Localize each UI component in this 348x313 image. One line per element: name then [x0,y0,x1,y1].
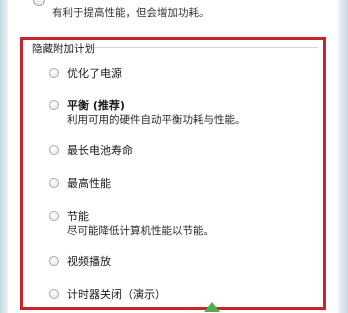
radio-button[interactable] [49,178,59,188]
radio-button[interactable] [49,100,59,110]
radio-button[interactable] [49,256,59,266]
power-plan-label: 计时器关闭（演示） [67,288,166,301]
watermark-arrow-icon [204,302,220,312]
window-frame-right [338,0,348,313]
power-plan-option-timers-off[interactable]: 计时器关闭（演示） [49,286,166,302]
power-plan-label: 最高性能 [67,177,111,190]
power-plan-description: 尽可能降低计算机性能以节能。 [67,225,214,237]
top-option-description: 有利于提高性能，但会增加功耗。 [52,7,210,19]
power-plan-option-optimized[interactable]: 优化了电源 [49,65,122,81]
power-plan-label: 最长电池寿命 [67,144,133,157]
radio-button[interactable] [49,211,59,221]
power-plan-option-max-performance[interactable]: 最高性能 [49,175,111,191]
power-plan-description: 利用可用的硬件自动平衡功耗与性能。 [67,114,246,126]
radio-button[interactable] [49,68,59,78]
power-plan-label: 优化了电源 [67,67,122,80]
power-plan-label: 平衡 (推荐) [67,99,125,112]
group-divider [90,47,318,48]
power-plan-option-video-playback[interactable]: 视频播放 [49,253,111,269]
radio-button[interactable] [49,289,59,299]
window-frame-left [0,0,8,313]
power-plan-label: 视频播放 [67,255,111,268]
power-plan-option-balanced[interactable]: 平衡 (推荐) [49,97,125,113]
group-title: 隐藏附加计划 [32,43,95,55]
power-plan-option-max-battery[interactable]: 最长电池寿命 [49,142,133,158]
power-plan-label: 节能 [67,210,89,223]
radio-button[interactable] [49,145,59,155]
power-plan-option-power-saver[interactable]: 节能 [49,208,89,224]
radio-button-top-option[interactable] [33,0,45,6]
